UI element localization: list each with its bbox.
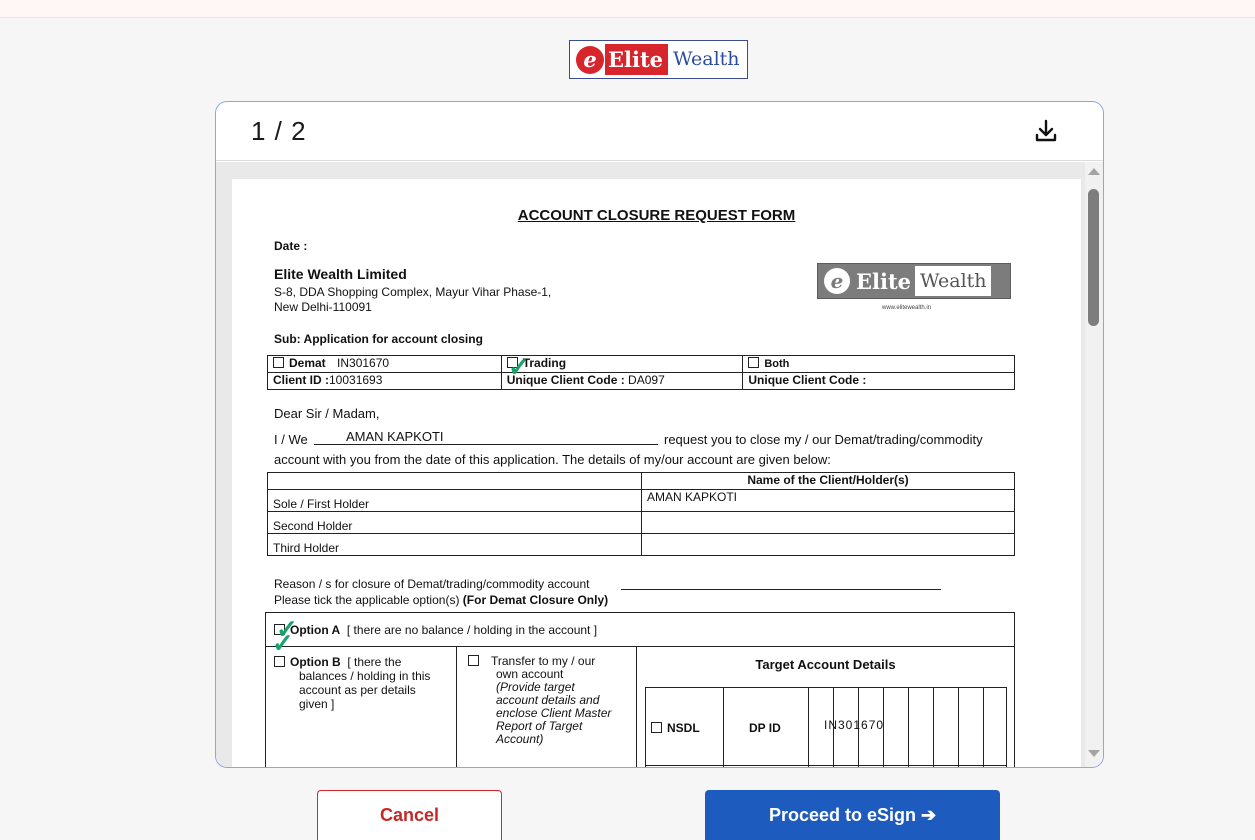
elite-wealth-logo: e Elite Wealth [569,40,748,79]
option-b-text-1: [ there the [347,655,402,669]
both-checkbox[interactable] [748,357,760,368]
ucc-label-2: Unique Client Code : [748,373,867,387]
logo-emblem-icon: e [573,43,607,77]
reason-underline [621,589,941,590]
dpid-value: IN301670 [824,718,885,732]
nsdl-checkbox[interactable] [651,722,662,733]
scroll-thumb[interactable] [1088,189,1099,326]
transfer-1: Transfer to my / our [491,654,596,668]
vertical-scrollbar[interactable] [1085,162,1103,767]
scroll-down-icon[interactable] [1088,750,1100,757]
option-b: Option B [ there the balances / holding … [274,655,430,711]
proceed-to-esign-button[interactable]: Proceed to eSign ➔ [705,790,1000,840]
nsdl-label: NSDL [667,721,700,735]
option-b-text-3: account as per details [299,683,416,697]
logo-elite-text: Elite [605,44,669,75]
holders-header: Name of the Client/Holder(s) [641,472,1015,490]
svg-text:e: e [831,269,844,293]
options-col-divider-1 [456,646,457,767]
iwe-name: AMAN KAPKOTI [346,429,444,444]
tick-instructions: Please tick the applicable option(s) (Fo… [274,593,608,607]
option-a: Option A [ there are no balance / holdin… [274,623,597,637]
target-account-grid: NSDL DP ID IN301670 [645,687,1007,767]
cancel-button[interactable]: Cancel [317,790,502,840]
address-line-2: New Delhi-110091 [274,300,372,314]
reason-text: Reason / s for closure of Demat/trading/… [274,577,590,591]
name-underline [314,444,658,445]
tick-text: Please tick the applicable option(s) [274,593,460,607]
salutation: Dear Sir / Madam, [274,406,380,421]
trading-checkmark-icon: ✓ [508,352,530,382]
document-scroll-area[interactable]: ACCOUNT CLOSURE REQUEST FORM Date : Elit… [216,162,1103,767]
download-icon[interactable] [1033,118,1059,144]
website-text: www.elitewealth.in [882,305,932,311]
request-text: request you to close my / our Demat/trad… [664,432,983,447]
holder-name: AMAN KAPKOTI [641,489,1015,512]
options-divider [265,646,1015,647]
holder-name [641,511,1015,534]
holder-name [641,533,1015,556]
form-logo-elite: Elite [856,268,912,294]
dpid-label: DP ID [749,721,781,735]
option-a-text: [ there are no balance / holding in the … [346,623,598,637]
subject-line: Sub: Application for account closing [274,332,483,346]
option-b-text-2: balances / holding in this [299,669,431,683]
holders-table: Name of the Client/Holder(s) Sole / Firs… [267,472,1015,556]
holder-label: Sole / First Holder [267,489,642,512]
option-b-text-4: given ] [299,697,335,711]
option-b-label: Option B [290,655,341,669]
option-b-checkmark-icon: ✓ [272,628,294,658]
transfer-checkbox[interactable] [468,655,479,666]
form-logo-wealth: Wealth [915,266,991,296]
iwe-label: I / We [274,432,308,447]
demat-label: Demat [289,356,326,370]
holder-label: Second Holder [267,511,642,534]
svg-text:e: e [583,47,596,72]
demat-checkbox[interactable] [273,357,284,368]
form-logo: e Elite Wealth [817,263,1011,299]
scroll-up-icon[interactable] [1088,168,1100,175]
both-label: Both [764,358,790,370]
top-strip [0,0,1255,18]
logo-wealth-text: Wealth [673,48,740,70]
client-id-label: Client ID : [273,373,329,387]
address-line-1: S-8, DDA Shopping Complex, Mayur Vihar P… [274,285,552,299]
target-header: Target Account Details [755,657,896,672]
document-page: ACCOUNT CLOSURE REQUEST FORM Date : Elit… [232,179,1081,767]
nsdl-option: NSDL [651,721,700,735]
company-name: Elite Wealth Limited [274,266,407,282]
request-text-2: account with you from the date of this a… [274,452,831,467]
form-logo-emblem-icon: e [824,268,850,294]
viewer-header: 1 / 2 [216,102,1103,161]
demat-value: IN301670 [337,356,390,370]
page-indicator: 1 / 2 [251,115,307,146]
transfer-7: Account) [496,732,544,746]
ucc-value: DA097 [628,373,665,387]
date-label: Date : [274,239,308,253]
transfer-option: Transfer to my / our own account (Provid… [468,655,611,746]
form-title: ACCOUNT CLOSURE REQUEST FORM [517,207,796,224]
pdf-viewer: 1 / 2 ACCOUNT CLOSURE REQUEST FORM Date … [215,101,1104,768]
client-id-value: 10031693 [329,373,383,387]
holder-label: Third Holder [267,533,642,556]
tick-text-bold: (For Demat Closure Only) [462,593,609,607]
account-type-table: Demat IN301670 Trading Both Client ID :1… [267,355,1015,390]
option-b-checkbox[interactable] [274,656,285,667]
